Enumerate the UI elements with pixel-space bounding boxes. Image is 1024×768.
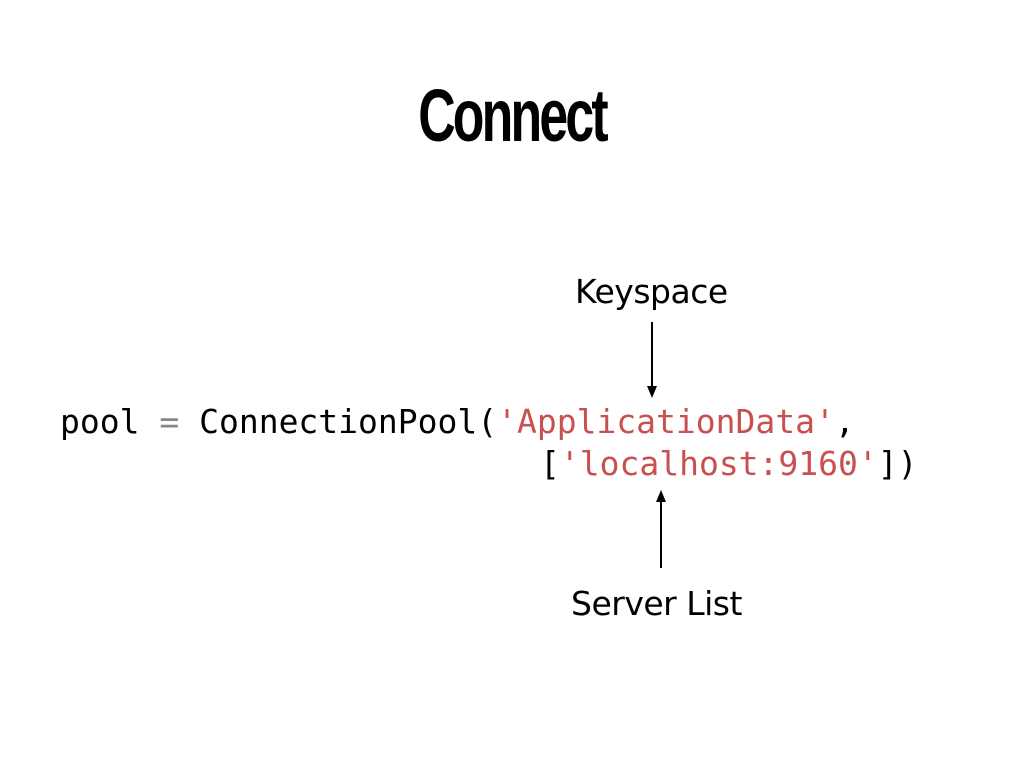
keyspace-label: Keyspace (575, 272, 728, 311)
server-list-label: Server List (571, 584, 742, 623)
slide-title: Connect (418, 74, 608, 157)
code-function-call: ConnectionPool( (199, 402, 498, 441)
code-string-keyspace: 'ApplicationData' (497, 402, 835, 441)
code-comma: , (834, 402, 855, 441)
code-operator: = (139, 402, 200, 441)
code-open-bracket: [ (540, 444, 560, 483)
code-close-bracket: ]) (877, 444, 918, 483)
code-line-1: pool = ConnectionPool('ApplicationData', (60, 402, 855, 442)
keyspace-arrow (647, 322, 657, 398)
code-variable: pool (60, 402, 140, 441)
code-string-server: 'localhost:9160' (559, 444, 878, 483)
server-list-arrow (656, 490, 666, 568)
code-line-2: ['localhost:9160']) (540, 444, 918, 484)
